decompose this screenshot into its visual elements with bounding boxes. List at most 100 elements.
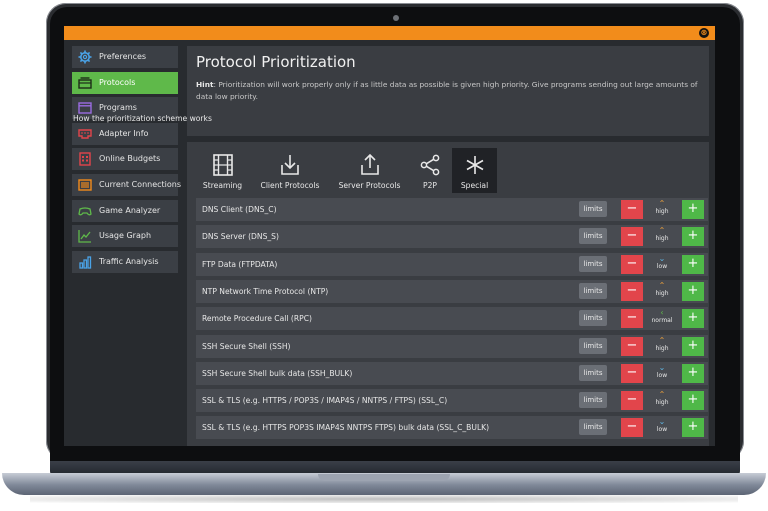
- decrease-priority-button[interactable]: −: [621, 391, 643, 411]
- decrease-priority-button[interactable]: −: [621, 254, 643, 274]
- gear-icon: [78, 50, 92, 64]
- decrease-priority-button[interactable]: −: [621, 281, 643, 301]
- limits-button[interactable]: limits: [579, 310, 607, 327]
- decrease-priority-button[interactable]: −: [621, 227, 643, 247]
- hint-text: Hint: Prioritization will work properly …: [196, 79, 701, 103]
- priority-indicator[interactable]: ⌄ low: [650, 254, 674, 275]
- table-row: Remote Procedure Call (RPC) limits − ‹ norma…: [196, 307, 708, 331]
- sidebar-item-adapter-info[interactable]: Adapter Info: [72, 122, 178, 145]
- priority-indicator[interactable]: ⌃ high: [650, 226, 674, 247]
- sidebar-item-label: Preferences: [99, 52, 147, 61]
- asterisk-icon: [466, 156, 483, 174]
- hint-body: : Prioritization will work properly only…: [196, 80, 698, 101]
- priority-indicator[interactable]: ⌃ high: [650, 336, 674, 357]
- gamepad-icon: [78, 206, 92, 216]
- sidebar-item-online-budgets[interactable]: Online Budgets: [72, 148, 178, 171]
- priority-indicator[interactable]: ⌃ high: [650, 281, 674, 302]
- limits-button[interactable]: limits: [579, 228, 607, 245]
- limits-button[interactable]: limits: [579, 419, 607, 436]
- sidebar-item-label: Traffic Analysis: [99, 256, 159, 266]
- limits-button[interactable]: limits: [579, 255, 607, 272]
- chevron-up-icon: ⌃: [658, 335, 666, 345]
- priority-level: low: [656, 262, 668, 270]
- tab-label: P2P: [423, 181, 437, 190]
- chevron-down-icon: ⌄: [658, 362, 666, 372]
- tab-streaming[interactable]: Streaming: [195, 148, 250, 193]
- table-row: FTP Data (FTPDATA) limits − ⌄ low +: [196, 252, 708, 276]
- calculator-icon: [79, 152, 91, 167]
- protocol-panel: Streaming Client Protocols Server Protoc…: [187, 142, 709, 446]
- decrease-priority-button[interactable]: −: [621, 309, 643, 329]
- limits-button[interactable]: limits: [579, 392, 607, 409]
- table-row: SSL & TLS (e.g. HTTPS / POP3S / IMAP4S /…: [196, 389, 708, 413]
- priority-level: high: [655, 344, 669, 352]
- sidebar-item-label: Programs: [99, 103, 137, 113]
- protocol-name: SSL & TLS (e.g. HTTPS POP3S IMAP4S NNTPS…: [202, 423, 490, 433]
- increase-priority-button[interactable]: +: [682, 200, 704, 219]
- header-panel: Protocol Prioritization Hint: Prioritiza…: [187, 46, 709, 136]
- protocol-name: SSH Secure Shell (SSH): [202, 341, 291, 351]
- priority-indicator[interactable]: ⌄ low: [650, 417, 674, 438]
- increase-priority-button[interactable]: +: [682, 281, 704, 301]
- sidebar-item-label: Current Connections: [99, 179, 182, 189]
- protocol-name: SSL & TLS (e.g. HTTPS / POP3S / IMAP4S /…: [202, 396, 448, 406]
- protocol-name: FTP Data (FTPDATA): [202, 259, 278, 269]
- increase-priority-button[interactable]: +: [682, 418, 704, 438]
- table-row: NTP Network Time Protocol (NTP) limits − ⌃ h…: [196, 279, 708, 303]
- sidebar-item-traffic-analysis[interactable]: Traffic Analysis: [72, 250, 178, 273]
- decrease-priority-button[interactable]: −: [621, 336, 643, 356]
- chevron-up-icon: ⌃: [658, 280, 666, 290]
- table-row: SSL & TLS (e.g. HTTPS POP3S IMAP4S NNTPS…: [196, 416, 708, 440]
- tab-label: Streaming: [202, 181, 243, 190]
- priority-indicator[interactable]: ‹ normal: [650, 308, 674, 329]
- priority-indicator[interactable]: ⌃ high: [650, 199, 674, 220]
- tab-server-protocols[interactable]: Server Protocols: [332, 148, 407, 193]
- priority-level: low: [656, 371, 668, 379]
- increase-priority-button[interactable]: +: [682, 227, 704, 247]
- decrease-priority-button[interactable]: −: [621, 200, 643, 219]
- increase-priority-button[interactable]: +: [682, 391, 704, 411]
- bar-chart-icon: [79, 256, 92, 269]
- sidebar-item-usage-graph[interactable]: Usage Graph: [72, 225, 178, 248]
- chevron-up-icon: ⌃: [658, 390, 666, 400]
- priority-level: high: [655, 208, 669, 215]
- decrease-priority-button[interactable]: −: [621, 418, 643, 438]
- table-row: SSH Secure Shell bulk data (SSH_BULK) lim…: [196, 361, 708, 385]
- limits-button[interactable]: limits: [579, 364, 607, 381]
- decrease-priority-button[interactable]: −: [621, 363, 643, 383]
- chevron-down-icon: ⌄: [658, 417, 666, 427]
- protocol-name: DNS Server (DNS_S): [202, 232, 279, 242]
- table-row: DNS Server (DNS_S) limits − ⌃ high +: [196, 225, 708, 249]
- laptop-notch: [318, 474, 450, 481]
- limits-button[interactable]: limits: [579, 201, 607, 217]
- tab-special[interactable]: Special: [452, 148, 497, 193]
- increase-priority-button[interactable]: +: [682, 254, 704, 274]
- sidebar-item-label: Usage Graph: [99, 231, 152, 241]
- priority-level: high: [655, 289, 669, 297]
- protocol-name: DNS Client (DNS_C): [202, 205, 277, 214]
- sidebar-item-label: Game Analyzer: [99, 205, 161, 215]
- increase-priority-button[interactable]: +: [682, 363, 704, 383]
- sidebar-item-game-analyzer[interactable]: Game Analyzer: [72, 199, 178, 222]
- limits-button[interactable]: limits: [579, 282, 607, 299]
- tab-label: Special: [460, 181, 489, 190]
- app-window: ⊗ Preferences Protocols Programs Adapter…: [64, 26, 715, 446]
- priority-level: high: [655, 399, 669, 407]
- priority-indicator[interactable]: ⌄ low: [650, 363, 674, 384]
- sidebar-item-protocols[interactable]: Protocols: [72, 71, 178, 94]
- tab-client-protocols[interactable]: Client Protocols: [253, 148, 327, 193]
- sidebar-item-preferences[interactable]: Preferences: [72, 46, 178, 68]
- page-title: Protocol Prioritization: [196, 53, 356, 71]
- increase-priority-button[interactable]: +: [682, 336, 704, 356]
- prioritization-scheme-link[interactable]: How the prioritization scheme works: [73, 114, 212, 123]
- sidebar-item-current-connections[interactable]: Current Connections: [72, 173, 182, 196]
- limits-button[interactable]: limits: [579, 337, 607, 354]
- priority-indicator[interactable]: ⌃ high: [650, 390, 674, 411]
- tab-label: Client Protocols: [260, 181, 320, 190]
- increase-priority-button[interactable]: +: [682, 309, 704, 329]
- priority-level: high: [655, 235, 669, 243]
- title-bar: ⊗: [64, 26, 715, 40]
- tab-label: Server Protocols: [338, 181, 401, 190]
- close-icon[interactable]: ⊗: [699, 28, 709, 38]
- tab-p2p[interactable]: P2P: [409, 148, 451, 193]
